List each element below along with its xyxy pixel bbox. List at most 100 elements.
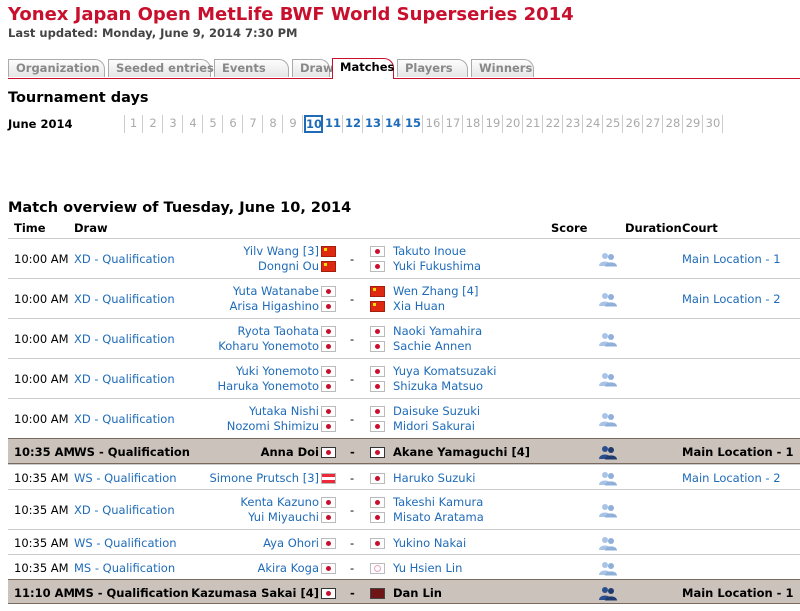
table-row: 10:00 AM XD - Qualification Yuki Yonemoto H… <box>8 358 800 398</box>
draw-link[interactable]: XD - Qualification <box>74 372 175 386</box>
player-right[interactable]: Naoki Yamahira <box>393 324 482 338</box>
head-to-head-icon[interactable] <box>598 371 618 387</box>
tab-events[interactable]: Events <box>214 59 289 77</box>
jp-flag-icon <box>370 406 385 417</box>
head-to-head-icon[interactable] <box>598 331 618 347</box>
player-right[interactable]: Yuki Fukushima <box>393 259 481 273</box>
player-right[interactable]: Takuto Inoue <box>393 244 466 258</box>
player-left[interactable]: Koharu Yonemoto <box>218 339 319 353</box>
jp-flag-icon <box>370 381 385 392</box>
player-left[interactable]: Yuta Watanabe <box>233 284 319 298</box>
player-right[interactable]: Sachie Annen <box>393 339 472 353</box>
player-right[interactable]: Yu Hsien Lin <box>393 561 462 575</box>
day-13[interactable]: 13 <box>364 115 383 133</box>
draw-link[interactable]: XD - Qualification <box>74 412 175 426</box>
player-right[interactable]: Xia Huan <box>393 299 445 313</box>
player-left[interactable]: Yui Miyauchi <box>248 510 319 524</box>
player-left[interactable]: Yilv Wang [3] <box>243 244 319 258</box>
draw-link[interactable]: XD - Qualification <box>74 292 175 306</box>
day-15[interactable]: 15 <box>404 115 423 133</box>
court-link[interactable]: Main Location - 1 <box>682 252 781 266</box>
table-header: Time Draw Score Duration Court <box>0 221 800 237</box>
table-row: 10:35 AM WS - Qualification Aya Ohori Yukin… <box>8 529 800 554</box>
draw-link[interactable]: WS - Qualification <box>74 471 177 485</box>
day-12[interactable]: 12 <box>344 115 363 133</box>
jp-flag-icon <box>370 326 385 337</box>
player-right[interactable]: Daisuke Suzuki <box>393 404 480 418</box>
tab-players[interactable]: Players <box>397 59 468 77</box>
day-11[interactable]: 11 <box>324 115 343 133</box>
jp-flag-icon <box>321 538 336 549</box>
player-right[interactable]: Midori Sakurai <box>393 419 475 433</box>
tab-draws[interactable]: Draws <box>292 59 340 77</box>
col-draw: Draw <box>74 221 108 235</box>
jp-flag-icon <box>370 447 385 458</box>
court-link[interactable]: Main Location - 1 <box>682 445 793 459</box>
tab-organization[interactable]: Organization <box>8 59 105 77</box>
player-left[interactable]: Kenta Kazuno <box>240 495 319 509</box>
tab-winners[interactable]: Winners <box>471 59 534 77</box>
day-20: 20 <box>504 115 523 133</box>
player-left[interactable]: Arisa Higashino <box>230 299 319 313</box>
head-to-head-icon[interactable] <box>598 502 618 518</box>
tournament-days-heading: Tournament days <box>8 90 149 106</box>
draw-link[interactable]: WS - Qualification <box>74 445 190 459</box>
player-left[interactable]: Anna Doi <box>261 445 319 459</box>
player-left[interactable]: Aya Ohori <box>263 536 319 550</box>
court-link[interactable]: Main Location - 1 <box>682 586 793 600</box>
player-left[interactable]: Yutaka Nishi <box>249 404 319 418</box>
day-1: 1 <box>124 115 143 133</box>
player-left[interactable]: Dongni Ou <box>258 259 319 273</box>
player-right[interactable]: Yuya Komatsuzaki <box>393 364 496 378</box>
head-to-head-icon[interactable] <box>598 470 618 486</box>
player-left[interactable]: Kazumasa Sakai [4] <box>191 586 319 600</box>
court-link[interactable]: Main Location - 2 <box>682 292 781 306</box>
draw-link[interactable]: XD - Qualification <box>74 332 175 346</box>
match-time: 10:35 AM <box>14 503 69 517</box>
court-link[interactable]: Main Location - 2 <box>682 471 781 485</box>
player-left[interactable]: Yuki Yonemoto <box>236 364 319 378</box>
jp-flag-icon <box>370 421 385 432</box>
head-to-head-icon[interactable] <box>598 560 618 576</box>
player-right[interactable]: Yukino Nakai <box>393 536 466 550</box>
table-row: 10:00 AM XD - Qualification Ryota Taohata K… <box>8 318 800 358</box>
jp-flag-icon <box>321 406 336 417</box>
player-right[interactable]: Misato Aratama <box>393 510 484 524</box>
player-right[interactable]: Dan Lin <box>393 586 442 600</box>
player-left[interactable]: Simone Prutsch [3] <box>209 471 319 485</box>
draw-link[interactable]: MS - Qualification <box>74 586 189 600</box>
head-to-head-icon[interactable] <box>598 411 618 427</box>
jp-flag-icon <box>370 366 385 377</box>
head-to-head-icon[interactable] <box>598 585 618 601</box>
draw-link[interactable]: MS - Qualification <box>74 561 175 575</box>
jp-flag-icon <box>321 588 336 599</box>
col-score: Score <box>551 221 588 235</box>
draw-link[interactable]: WS - Qualification <box>74 536 177 550</box>
player-right[interactable]: Takeshi Kamura <box>393 495 483 509</box>
player-right[interactable]: Shizuka Matsuo <box>393 379 483 393</box>
draw-link[interactable]: XD - Qualification <box>74 252 175 266</box>
tab-matches[interactable]: Matches <box>332 58 394 79</box>
table-row: 11:10 AM MS - Qualification Kazumasa Sakai… <box>8 579 800 604</box>
match-overview-heading: Match overview of Tuesday, June 10, 2014 <box>8 200 352 216</box>
player-left[interactable]: Nozomi Shimizu <box>227 419 319 433</box>
match-time: 10:35 AM <box>14 536 69 550</box>
player-left[interactable]: Ryota Taohata <box>237 324 319 338</box>
day-28: 28 <box>664 115 683 133</box>
jp-flag-icon <box>321 286 336 297</box>
player-left[interactable]: Haruka Yonemoto <box>217 379 319 393</box>
head-to-head-icon[interactable] <box>598 444 618 460</box>
tab-seeded-entries[interactable]: Seeded entries <box>108 59 214 77</box>
head-to-head-icon[interactable] <box>598 251 618 267</box>
day-10[interactable]: 10 <box>304 115 323 133</box>
player-right[interactable]: Haruko Suzuki <box>393 471 475 485</box>
day-25: 25 <box>604 115 623 133</box>
head-to-head-icon[interactable] <box>598 291 618 307</box>
player-left[interactable]: Akira Koga <box>257 561 319 575</box>
draw-link[interactable]: XD - Qualification <box>74 503 175 517</box>
player-right[interactable]: Wen Zhang [4] <box>393 284 478 298</box>
day-14[interactable]: 14 <box>384 115 403 133</box>
day-5: 5 <box>204 115 223 133</box>
head-to-head-icon[interactable] <box>598 535 618 551</box>
player-right[interactable]: Akane Yamaguchi [4] <box>393 445 530 459</box>
